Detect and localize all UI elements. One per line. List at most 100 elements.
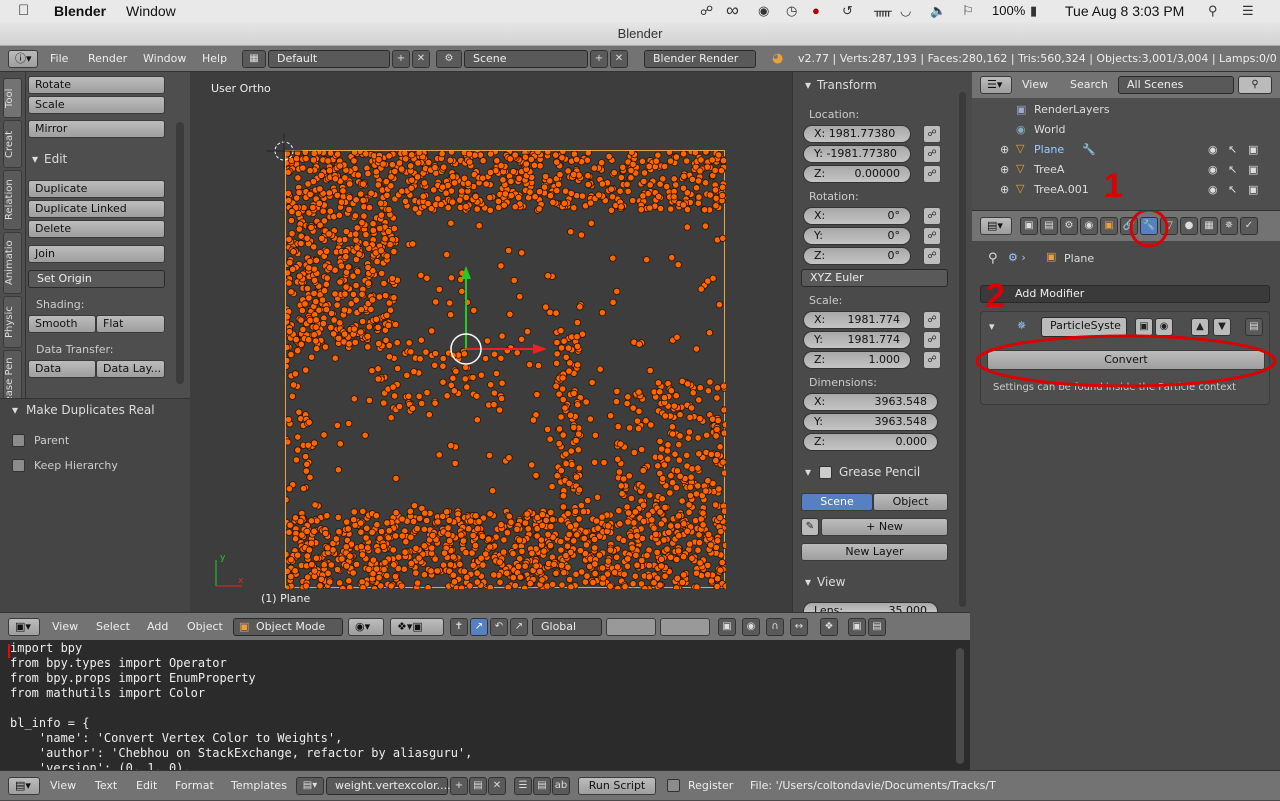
clock-icon[interactable]: ◷ bbox=[786, 3, 797, 19]
infinity-icon[interactable]: ∞ bbox=[726, 0, 739, 21]
new-text-icon[interactable]: + bbox=[450, 777, 468, 795]
tab-physics[interactable]: Physic bbox=[3, 296, 22, 348]
rotation-y-field[interactable]: Y: 0° bbox=[803, 227, 911, 245]
view-panel-arrow-icon[interactable]: ▾ bbox=[805, 575, 811, 589]
data-button[interactable]: Data bbox=[28, 360, 96, 378]
add-scene-icon[interactable]: + bbox=[590, 50, 608, 68]
gp-new-layer-button[interactable]: New Layer bbox=[801, 543, 948, 561]
menu-file[interactable]: File bbox=[50, 46, 68, 72]
tree-row[interactable]: ⊕ ▽ Plane 🔧 ◉ ↖ ▣ bbox=[972, 140, 1272, 160]
select-arrow-icon[interactable]: ↖ bbox=[1228, 163, 1237, 176]
display-mode-select[interactable]: All Scenes bbox=[1118, 76, 1234, 94]
transform-gizmo[interactable]: y x bbox=[190, 72, 792, 612]
text-editor[interactable]: import bpy from bpy.types import Operato… bbox=[0, 640, 970, 775]
toolshelf-scrollbar[interactable] bbox=[176, 122, 184, 384]
viewport-shading-select[interactable]: ◉▾ bbox=[348, 618, 384, 636]
apple-icon[interactable]:  bbox=[18, 2, 29, 19]
duplicate-linked-button[interactable]: Duplicate Linked bbox=[28, 200, 165, 218]
text-datablock-field[interactable]: weight.vertexcolor.... bbox=[326, 777, 451, 795]
tab-tool[interactable]: Tool bbox=[3, 78, 22, 118]
outliner-view-menu[interactable]: View bbox=[1022, 72, 1048, 98]
pencil-icon[interactable]: ✎ bbox=[801, 518, 819, 536]
parent-checkbox[interactable] bbox=[12, 434, 25, 447]
tree-item-label[interactable]: RenderLayers bbox=[1034, 103, 1110, 116]
scene-layers-grid-b[interactable] bbox=[660, 618, 710, 636]
rotation-z-field[interactable]: Z: 0° bbox=[803, 247, 911, 265]
grease-pencil-checkbox[interactable] bbox=[819, 466, 832, 479]
3d-viewport[interactable]: User Ortho y x (1) Plane bbox=[190, 72, 792, 612]
render-camera-icon[interactable]: ▣ bbox=[1248, 163, 1258, 176]
render-camera-icon[interactable]: ▣ bbox=[1248, 183, 1258, 196]
dimension-z-field[interactable]: Z: 0.000 bbox=[803, 433, 938, 451]
lock-icon[interactable]: ☍ bbox=[923, 331, 941, 349]
clock[interactable]: Tue Aug 8 3:03 PM bbox=[1065, 3, 1184, 19]
location-x-field[interactable]: X: 1981.77380 bbox=[803, 125, 911, 143]
viewport-view-menu[interactable]: View bbox=[52, 613, 78, 641]
view-panel-title[interactable]: View bbox=[817, 575, 845, 589]
word-wrap-icon[interactable]: ▤ bbox=[533, 777, 551, 795]
text-format-menu[interactable]: Format bbox=[175, 771, 214, 801]
tab-relations[interactable]: Relation bbox=[3, 170, 22, 230]
menu-window[interactable]: Window bbox=[143, 46, 186, 72]
scene-field[interactable]: Scene bbox=[464, 50, 588, 68]
window-menu[interactable]: Window bbox=[126, 3, 176, 19]
remove-layout-icon[interactable]: ✕ bbox=[412, 50, 430, 68]
tree-item-label[interactable]: TreeA bbox=[1034, 163, 1064, 176]
rotate-manipulator-icon[interactable]: ↶ bbox=[490, 618, 508, 636]
scale-x-field[interactable]: X: 1981.774 bbox=[803, 311, 911, 329]
gp-new-button[interactable]: + New bbox=[821, 518, 948, 536]
select-arrow-icon[interactable]: ↖ bbox=[1228, 183, 1237, 196]
unlink-text-icon[interactable]: ✕ bbox=[488, 777, 506, 795]
lock-icon[interactable]: ☍ bbox=[923, 125, 941, 143]
data-layout-button[interactable]: Data Lay... bbox=[96, 360, 165, 378]
visibility-eye-icon[interactable]: ◉ bbox=[1208, 163, 1218, 176]
lock-icon[interactable]: ☍ bbox=[923, 145, 941, 163]
snap-icon[interactable]: ∩ bbox=[766, 618, 784, 636]
add-layout-icon[interactable]: + bbox=[392, 50, 410, 68]
tree-item-label[interactable]: World bbox=[1034, 123, 1066, 136]
viewport-object-menu[interactable]: Object bbox=[187, 613, 223, 641]
translate-manipulator-icon[interactable]: ↗ bbox=[470, 618, 488, 636]
wifi-icon[interactable]: ◡ bbox=[900, 3, 911, 19]
time-machine-icon[interactable]: ↺ bbox=[842, 3, 853, 19]
rotation-x-field[interactable]: X: 0° bbox=[803, 207, 911, 225]
delete-button[interactable]: Delete bbox=[28, 220, 165, 238]
opengl-render-icon[interactable]: ▣ bbox=[848, 618, 866, 636]
open-text-icon[interactable]: ▤ bbox=[469, 777, 487, 795]
notification-center-icon[interactable]: ☰ bbox=[1242, 3, 1254, 19]
mirror-button[interactable]: Mirror bbox=[28, 120, 165, 138]
spotlight-search-icon[interactable]: ⚲ bbox=[1208, 3, 1218, 19]
expand-icon[interactable]: ⊕ bbox=[1000, 163, 1009, 176]
line-numbers-icon[interactable]: ☰ bbox=[514, 777, 532, 795]
viewport-editor-type-button[interactable]: ▣▾ bbox=[8, 618, 40, 636]
dimension-x-field[interactable]: X: 3963.548 bbox=[803, 393, 938, 411]
pivot-point-select[interactable]: ❖▾▣ bbox=[390, 618, 444, 636]
script-text[interactable]: import bpy from bpy.types import Operato… bbox=[10, 641, 472, 776]
menu-render[interactable]: Render bbox=[88, 46, 127, 72]
flat-button[interactable]: Flat bbox=[96, 315, 165, 333]
tree-row[interactable]: ◉ World bbox=[972, 120, 1272, 140]
scene-layers-grid-a[interactable] bbox=[606, 618, 656, 636]
screen-layout-field[interactable]: Default bbox=[268, 50, 390, 68]
manipulator-toggle-icon[interactable]: ✝ bbox=[450, 618, 468, 636]
visibility-eye-icon[interactable]: ◉ bbox=[1208, 183, 1218, 196]
text-text-menu[interactable]: Text bbox=[95, 771, 117, 801]
edit-panel-title[interactable]: Edit bbox=[44, 152, 67, 166]
scale-z-field[interactable]: Z: 1.000 bbox=[803, 351, 911, 369]
lock-icon[interactable]: ☍ bbox=[923, 207, 941, 225]
text-browse-icon[interactable]: ▤▾ bbox=[296, 777, 324, 795]
duplicate-button[interactable]: Duplicate bbox=[28, 180, 165, 198]
status-icon[interactable]: ☍ bbox=[700, 3, 713, 19]
location-z-field[interactable]: Z: 0.00000 bbox=[803, 165, 911, 183]
edit-panel-arrow-icon[interactable]: ▾ bbox=[32, 152, 38, 166]
keep-hierarchy-checkbox[interactable] bbox=[12, 459, 25, 472]
lock-icon[interactable]: ☍ bbox=[923, 247, 941, 265]
grease-pencil-title[interactable]: Grease Pencil bbox=[839, 465, 920, 479]
tab-create[interactable]: Creat bbox=[3, 120, 22, 168]
tree-item-label[interactable]: Plane bbox=[1034, 143, 1064, 156]
location-y-field[interactable]: Y: -1981.77380 bbox=[803, 145, 911, 163]
text-view-menu[interactable]: View bbox=[50, 771, 76, 801]
layout-grid-icon[interactable]: ▦ bbox=[242, 50, 266, 68]
menu-help[interactable]: Help bbox=[202, 46, 227, 72]
creative-cloud-icon[interactable]: ◉ bbox=[758, 3, 769, 19]
